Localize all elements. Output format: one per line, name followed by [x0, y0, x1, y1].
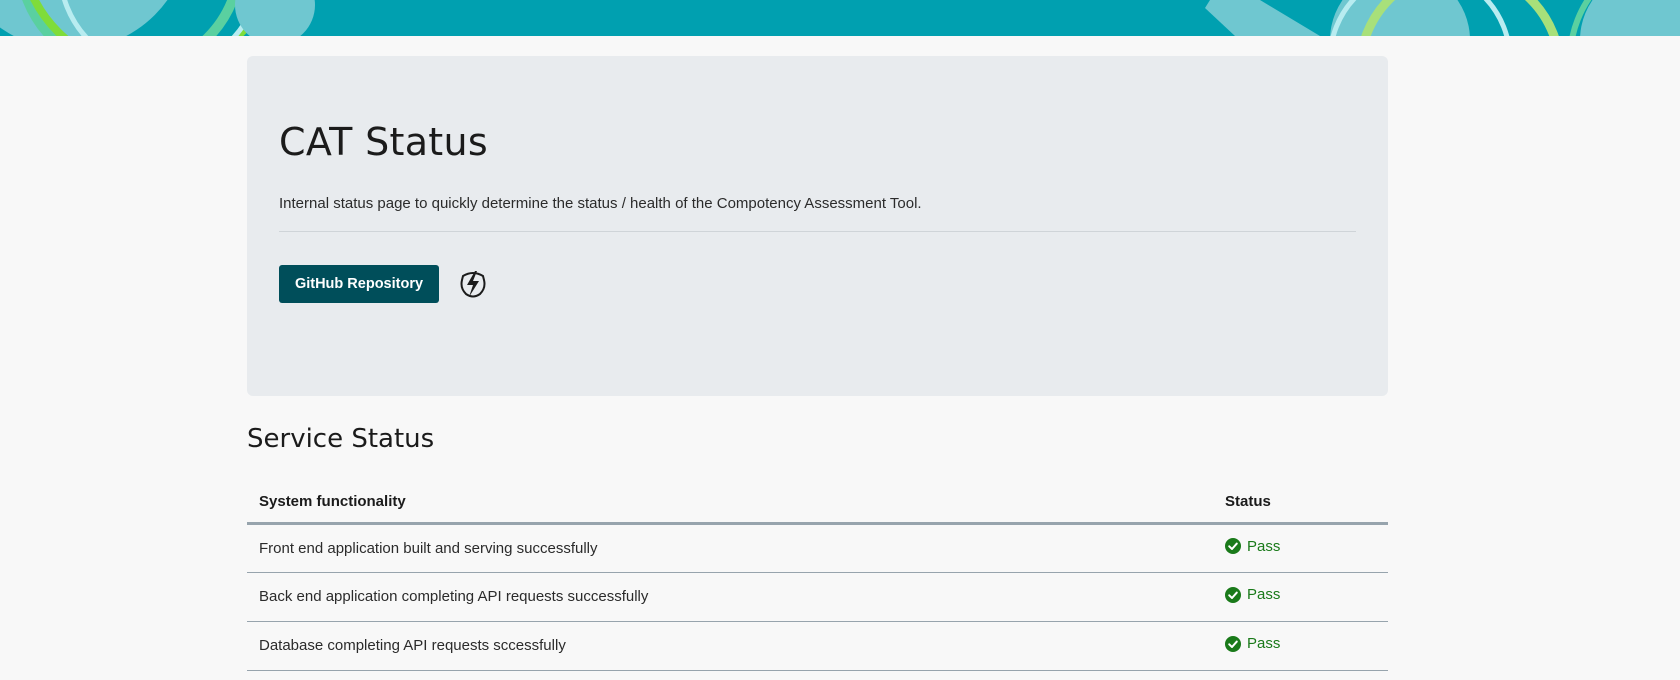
functionality-cell: Back end application completing API requ…: [247, 572, 1213, 622]
status-label: Pass: [1247, 537, 1281, 555]
status-cell: Pass: [1213, 523, 1388, 573]
status-cell: Pass: [1213, 572, 1388, 622]
service-status-table: System functionality Status Front end ap…: [247, 481, 1388, 671]
table-row: Front end application built and serving …: [247, 523, 1388, 573]
status-cell: Pass: [1213, 621, 1388, 671]
divider: [279, 231, 1356, 232]
banner-decoration: [0, 0, 1680, 36]
status-label: Pass: [1247, 586, 1281, 604]
flash-shield-icon[interactable]: [458, 268, 488, 300]
page-description: Internal status page to quickly determin…: [279, 195, 922, 212]
table-row: Back end application completing API requ…: [247, 572, 1388, 622]
github-repository-button[interactable]: GitHub Repository: [279, 265, 439, 303]
table-row: Database completing API requests sccessf…: [247, 621, 1388, 671]
intro-panel: CAT Status Internal status page to quick…: [247, 56, 1388, 396]
header-banner: [0, 0, 1680, 36]
column-header-functionality: System functionality: [247, 481, 1213, 525]
functionality-cell: Database completing API requests sccessf…: [247, 621, 1213, 671]
check-circle-icon: [1225, 538, 1241, 555]
functionality-cell: Front end application built and serving …: [247, 523, 1213, 573]
page-title: CAT Status: [279, 120, 488, 164]
status-label: Pass: [1247, 635, 1281, 653]
section-title: Service Status: [247, 424, 435, 454]
check-circle-icon: [1225, 586, 1241, 603]
check-circle-icon: [1225, 635, 1241, 652]
column-header-status: Status: [1213, 481, 1388, 525]
table-header-row: System functionality Status: [247, 481, 1388, 525]
